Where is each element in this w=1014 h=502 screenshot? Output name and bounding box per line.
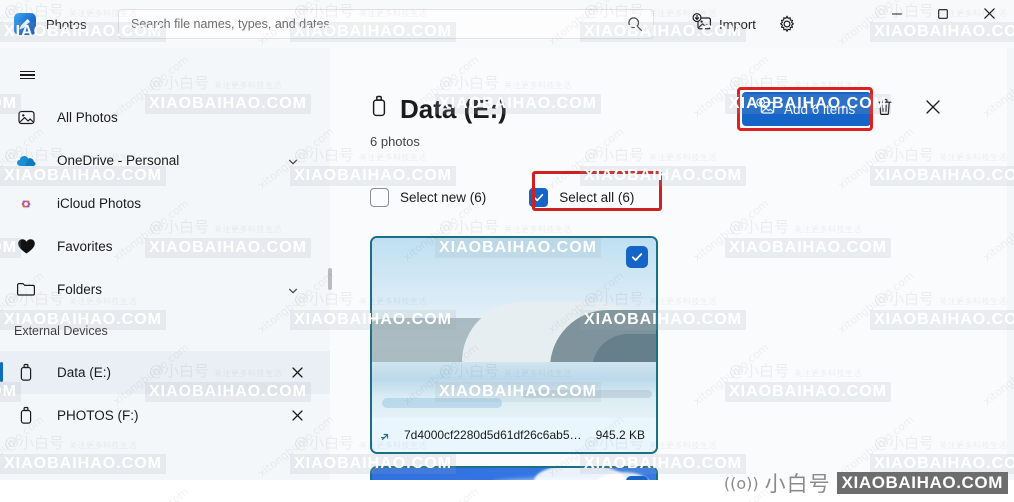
maximize-button[interactable] <box>920 0 966 32</box>
photos-app-window: All Photos OneDrive - Personal iCloud Ph… <box>0 0 1014 502</box>
delete-button[interactable] <box>871 96 897 122</box>
photo-card[interactable]: 7d4000cf2280d5d61df26c6ab558... 945.2 KB <box>370 236 658 454</box>
image-file-icon <box>380 426 398 444</box>
sidebar-item-data-e[interactable]: Data (E:) <box>0 351 330 394</box>
thumbnail-image <box>522 390 652 398</box>
chevron-down-icon[interactable] <box>287 155 299 167</box>
sidebar-item-folders[interactable]: Folders <box>0 268 330 311</box>
usb-drive-icon <box>14 361 38 385</box>
page-header: Data (E:) <box>370 94 507 125</box>
photo-thumbnail[interactable] <box>372 238 656 420</box>
photo-icon <box>14 106 38 130</box>
app-title: Photos <box>46 17 87 32</box>
hamburger-icon[interactable] <box>14 62 40 88</box>
sidebar-item-photos-f[interactable]: PHOTOS (F:) <box>0 394 330 437</box>
select-new-checkbox[interactable] <box>370 188 389 207</box>
photo-thumbnail[interactable] <box>372 468 656 480</box>
thumbnail-image <box>382 398 502 408</box>
sidebar-item-onedrive[interactable]: OneDrive - Personal <box>0 139 330 182</box>
folder-icon <box>14 278 38 302</box>
dismiss-button[interactable] <box>920 96 946 122</box>
sidebar-item-label: All Photos <box>57 110 118 125</box>
search-box[interactable] <box>118 9 654 39</box>
close-icon[interactable] <box>290 408 306 424</box>
sidebar-item-icloud-photos[interactable]: iCloud Photos <box>0 182 330 225</box>
sidebar-item-label: OneDrive - Personal <box>57 153 180 168</box>
sidebar-item-label: Data (E:) <box>57 365 112 380</box>
checkmark-icon <box>631 253 643 261</box>
content-right-edge <box>1007 48 1014 480</box>
sidebar: All Photos OneDrive - Personal iCloud Ph… <box>0 48 330 502</box>
title-bar: Photos Import <box>0 0 1014 48</box>
selection-indicator <box>0 362 3 382</box>
sidebar-resize-handle[interactable] <box>328 268 332 290</box>
close-button[interactable] <box>966 0 1012 32</box>
search-input[interactable] <box>131 10 621 38</box>
chevron-down-icon[interactable] <box>287 284 299 296</box>
sidebar-section-label: External Devices <box>14 324 108 338</box>
minimize-icon <box>891 7 903 25</box>
sidebar-item-label: iCloud Photos <box>57 196 142 211</box>
hamburger-line <box>19 70 35 72</box>
hamburger-line <box>19 77 35 80</box>
icloud-photos-icon <box>14 192 38 216</box>
sidebar-item-label: Favorites <box>57 239 113 254</box>
usb-drive-icon <box>370 95 388 124</box>
photo-card[interactable] <box>370 466 658 480</box>
add-items-highlight-box <box>737 87 873 131</box>
main-content: Data (E:) 6 photos Add 6 items Select ne… <box>330 48 1014 480</box>
gear-icon[interactable] <box>777 14 797 34</box>
hamburger-line <box>19 74 35 76</box>
close-icon <box>983 7 996 25</box>
broadcast-icon: ((o)) <box>723 473 759 493</box>
sidebar-nav: All Photos OneDrive - Personal iCloud Ph… <box>0 96 330 437</box>
sidebar-item-label: Folders <box>57 282 103 297</box>
select-new-label: Select new (6) <box>400 190 487 205</box>
photo-card-footer: 7d4000cf2280d5d61df26c6ab558... 945.2 KB <box>372 418 656 452</box>
site-branding: ((o)) 小白号 XIAOBAIHAO.COM <box>724 468 1008 498</box>
sidebar-item-label: PHOTOS (F:) <box>57 408 139 423</box>
import-button[interactable]: Import <box>692 12 756 36</box>
photo-select-checkbox[interactable] <box>626 246 648 268</box>
photo-filename: 7d4000cf2280d5d61df26c6ab558... <box>404 428 586 442</box>
photo-filesize: 945.2 KB <box>595 428 645 442</box>
brand-url: XIAOBAIHAO.COM <box>836 472 1008 494</box>
minimize-button[interactable] <box>874 0 920 32</box>
onedrive-cloud-icon <box>14 149 38 173</box>
maximize-icon <box>937 7 949 25</box>
sidebar-section-external-devices: External Devices <box>0 311 330 351</box>
search-icon[interactable] <box>627 16 643 32</box>
brand-name-cn: 小白号 <box>764 472 831 496</box>
trash-icon <box>875 97 894 122</box>
select-all-highlight-box <box>532 171 662 211</box>
usb-drive-icon <box>14 404 38 428</box>
sidebar-item-all-photos[interactable]: All Photos <box>0 96 330 139</box>
photos-app-icon <box>14 13 36 35</box>
photo-count-label: 6 photos <box>370 134 420 149</box>
close-icon <box>923 97 943 122</box>
sidebar-item-favorites[interactable]: Favorites <box>0 225 330 268</box>
import-label: Import <box>719 16 756 32</box>
select-new-option[interactable]: Select new (6) <box>370 188 486 207</box>
selection-controls: Select new (6) Select all (6) <box>370 171 662 211</box>
import-photo-icon <box>692 12 712 36</box>
heart-icon <box>14 235 38 259</box>
close-icon[interactable] <box>290 365 306 381</box>
page-title: Data (E:) <box>400 94 507 124</box>
